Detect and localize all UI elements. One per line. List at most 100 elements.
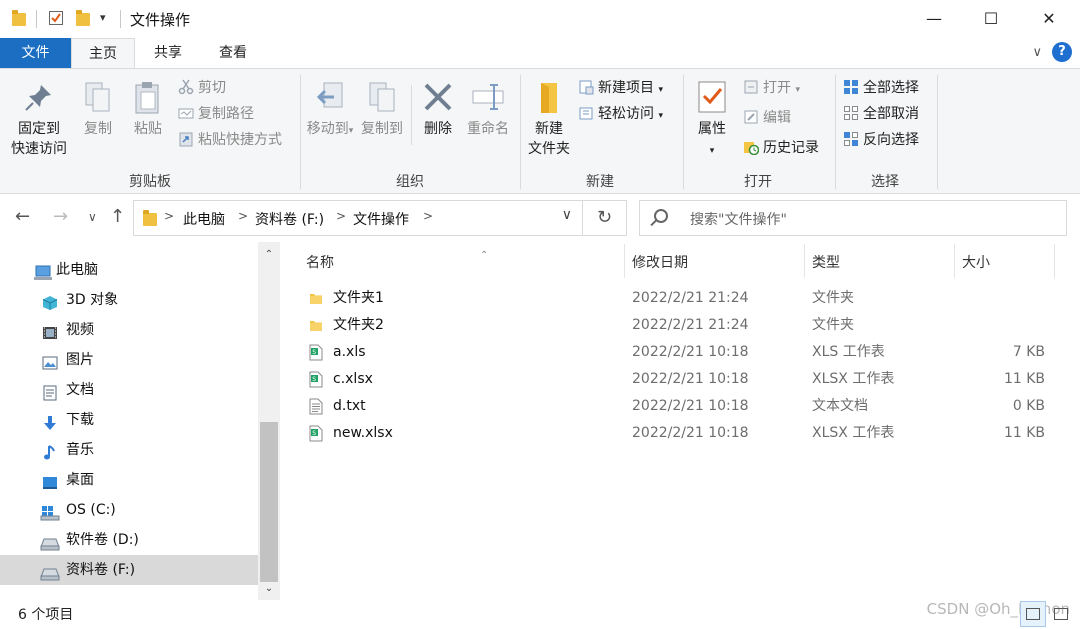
address-bar[interactable]: > 此电脑 > 资料卷 (F:) > 文件操作 > ∨	[133, 200, 583, 236]
copy-to-button[interactable]: 复制到	[356, 79, 408, 139]
column-separator[interactable]	[1054, 244, 1055, 278]
select-none-button[interactable]: 全部取消	[843, 103, 919, 125]
file-name: new.xlsx	[333, 425, 393, 441]
qat-dropdown-icon[interactable]: ▾	[100, 11, 116, 27]
sidebar-item-drive-d[interactable]: 软件卷 (D:)	[0, 525, 258, 555]
history-button[interactable]: 历史记录	[743, 137, 819, 159]
paste-shortcut-button[interactable]: 粘贴快捷方式	[178, 129, 282, 151]
file-row-folder2[interactable]: 文件夹2 2022/2/21 21:24 文件夹	[282, 312, 1080, 339]
sidebar-item-drive-f[interactable]: 资料卷 (F:)	[0, 555, 258, 585]
search-icon	[654, 209, 668, 223]
sidebar-item-desktop[interactable]: 桌面	[0, 465, 258, 495]
properties-dropdown-icon: ▾	[709, 146, 715, 156]
sidebar-item-downloads[interactable]: 下载	[0, 405, 258, 435]
rename-icon	[470, 79, 506, 115]
collapse-ribbon-icon[interactable]: ∨	[1032, 45, 1042, 60]
edit-button[interactable]: 编辑	[743, 107, 791, 129]
select-all-button[interactable]: 全部选择	[843, 77, 919, 99]
sidebar-item-pictures[interactable]: 图片	[0, 345, 258, 375]
new-item-button[interactable]: 新建项目 ▾	[578, 77, 663, 99]
file-row-folder1[interactable]: 文件夹1 2022/2/21 21:24 文件夹	[282, 285, 1080, 312]
delete-button[interactable]: 删除	[418, 79, 458, 139]
sidebar-item-label: 此电脑	[56, 262, 98, 278]
sidebar-item-music[interactable]: 音乐	[0, 435, 258, 465]
copy-to-label: 复制到	[361, 121, 403, 137]
recent-locations-button[interactable]: ∨	[88, 210, 97, 224]
sidebar-item-os-c[interactable]: OS (C:)	[0, 495, 258, 525]
easy-access-button[interactable]: 轻松访问 ▾	[578, 103, 663, 125]
column-separator[interactable]	[954, 244, 955, 278]
tab-home[interactable]: 主页	[71, 38, 135, 69]
breadcrumb-this-pc[interactable]: 此电脑	[183, 209, 225, 229]
sidebar-item-3d-objects[interactable]: 3D 对象	[0, 285, 258, 315]
open-button[interactable]: 打开 ▾	[743, 77, 800, 99]
column-header-date[interactable]: 修改日期	[632, 252, 688, 272]
item-count: 6 个项目	[18, 607, 74, 623]
file-row-c-xlsx[interactable]: S c.xlsx 2022/2/21 10:18 XLSX 工作表 11 KB	[282, 366, 1080, 393]
file-row-new-xlsx[interactable]: S new.xlsx 2022/2/21 10:18 XLSX 工作表 11 K…	[282, 420, 1080, 447]
scroll-up-button[interactable]: ⌃	[258, 246, 280, 264]
column-header-label: 名称	[306, 255, 334, 271]
file-date: 2022/2/21 10:18	[632, 371, 749, 387]
breadcrumb-current-folder[interactable]: 文件操作	[353, 209, 409, 229]
sidebar-item-this-pc[interactable]: 此电脑	[0, 255, 258, 285]
sidebar-item-documents[interactable]: 文档	[0, 375, 258, 405]
file-row-a-xls[interactable]: S a.xls 2022/2/21 10:18 XLS 工作表 7 KB	[282, 339, 1080, 366]
forward-button[interactable]: →	[53, 206, 68, 227]
up-button[interactable]: ↑	[110, 206, 125, 227]
address-row: ← → ∨ ↑ > 此电脑 > 资料卷 (F:) > 文件操作 > ∨ ↻ 搜索…	[0, 194, 1080, 242]
tab-view[interactable]: 查看	[201, 38, 265, 68]
scroll-down-button[interactable]: ⌄	[258, 580, 280, 598]
column-separator[interactable]	[624, 244, 625, 278]
easy-access-label: 轻松访问	[598, 106, 654, 122]
file-date: 2022/2/21 10:18	[632, 344, 749, 360]
invert-selection-button[interactable]: 反向选择	[843, 129, 919, 151]
pin-label-2: 快速访问	[11, 141, 67, 157]
large-icons-view-button[interactable]	[1048, 601, 1074, 627]
file-list: 名称 ⌃ 修改日期 类型 大小 文件夹1 2022/2/21 21:24 文件夹 …	[282, 242, 1080, 600]
column-header-type[interactable]: 类型	[812, 252, 840, 272]
minimize-button[interactable]: —	[905, 0, 963, 38]
new-item-icon	[578, 79, 594, 95]
invert-selection-label: 反向选择	[863, 132, 919, 148]
breadcrumb-drive-f[interactable]: 资料卷 (F:)	[255, 209, 324, 229]
group-label-new: 新建	[586, 174, 614, 190]
copy-button[interactable]: 复制	[78, 79, 118, 139]
pin-icon	[21, 79, 57, 115]
close-button[interactable]: ✕	[1020, 0, 1078, 38]
history-icon	[743, 139, 760, 156]
column-separator[interactable]	[804, 244, 805, 278]
help-icon[interactable]: ?	[1052, 42, 1072, 62]
properties-button[interactable]: 属性 ▾	[690, 79, 734, 161]
navigation-scrollbar[interactable]: ⌃ ⌄	[258, 242, 280, 600]
explorer-window: ▾ 文件操作 — ☐ ✕ 文件 主页 共享 查看 ∨ ? 固定到 快速访问 复制	[0, 0, 1080, 629]
column-header-name[interactable]: 名称 ⌃	[306, 250, 488, 272]
breadcrumb-separator: >	[238, 209, 249, 223]
file-size: 0 KB	[1012, 398, 1045, 414]
new-folder-qat-icon[interactable]	[76, 10, 92, 26]
search-box[interactable]: 搜索"文件操作"	[639, 200, 1067, 236]
back-button[interactable]: ←	[15, 206, 30, 227]
file-type: 文件夹	[812, 290, 854, 306]
tab-file[interactable]: 文件	[0, 38, 71, 68]
address-dropdown-icon[interactable]: ∨	[562, 207, 572, 223]
file-type: XLS 工作表	[812, 344, 885, 360]
move-to-button[interactable]: 移动到▾	[304, 79, 356, 141]
details-view-button[interactable]	[1020, 601, 1046, 627]
copy-path-button[interactable]: 复制路径	[178, 103, 254, 125]
rename-button[interactable]: 重命名	[462, 79, 514, 139]
column-header-size[interactable]: 大小	[962, 252, 990, 272]
cut-button[interactable]: 剪切	[178, 77, 226, 99]
file-row-d-txt[interactable]: d.txt 2022/2/21 10:18 文本文档 0 KB	[282, 393, 1080, 420]
refresh-button[interactable]: ↻	[583, 200, 627, 236]
maximize-button[interactable]: ☐	[962, 0, 1020, 38]
open-dropdown-icon: ▾	[795, 85, 800, 95]
scrollbar-thumb[interactable]	[260, 422, 278, 582]
properties-check-icon[interactable]	[48, 10, 64, 26]
group-separator	[520, 75, 521, 189]
pin-quick-access-button[interactable]: 固定到 快速访问	[6, 79, 72, 159]
new-folder-button[interactable]: 新建 文件夹	[525, 79, 573, 159]
sidebar-item-videos[interactable]: 视频	[0, 315, 258, 345]
tab-share[interactable]: 共享	[136, 38, 200, 68]
paste-button[interactable]: 粘贴	[128, 79, 168, 139]
